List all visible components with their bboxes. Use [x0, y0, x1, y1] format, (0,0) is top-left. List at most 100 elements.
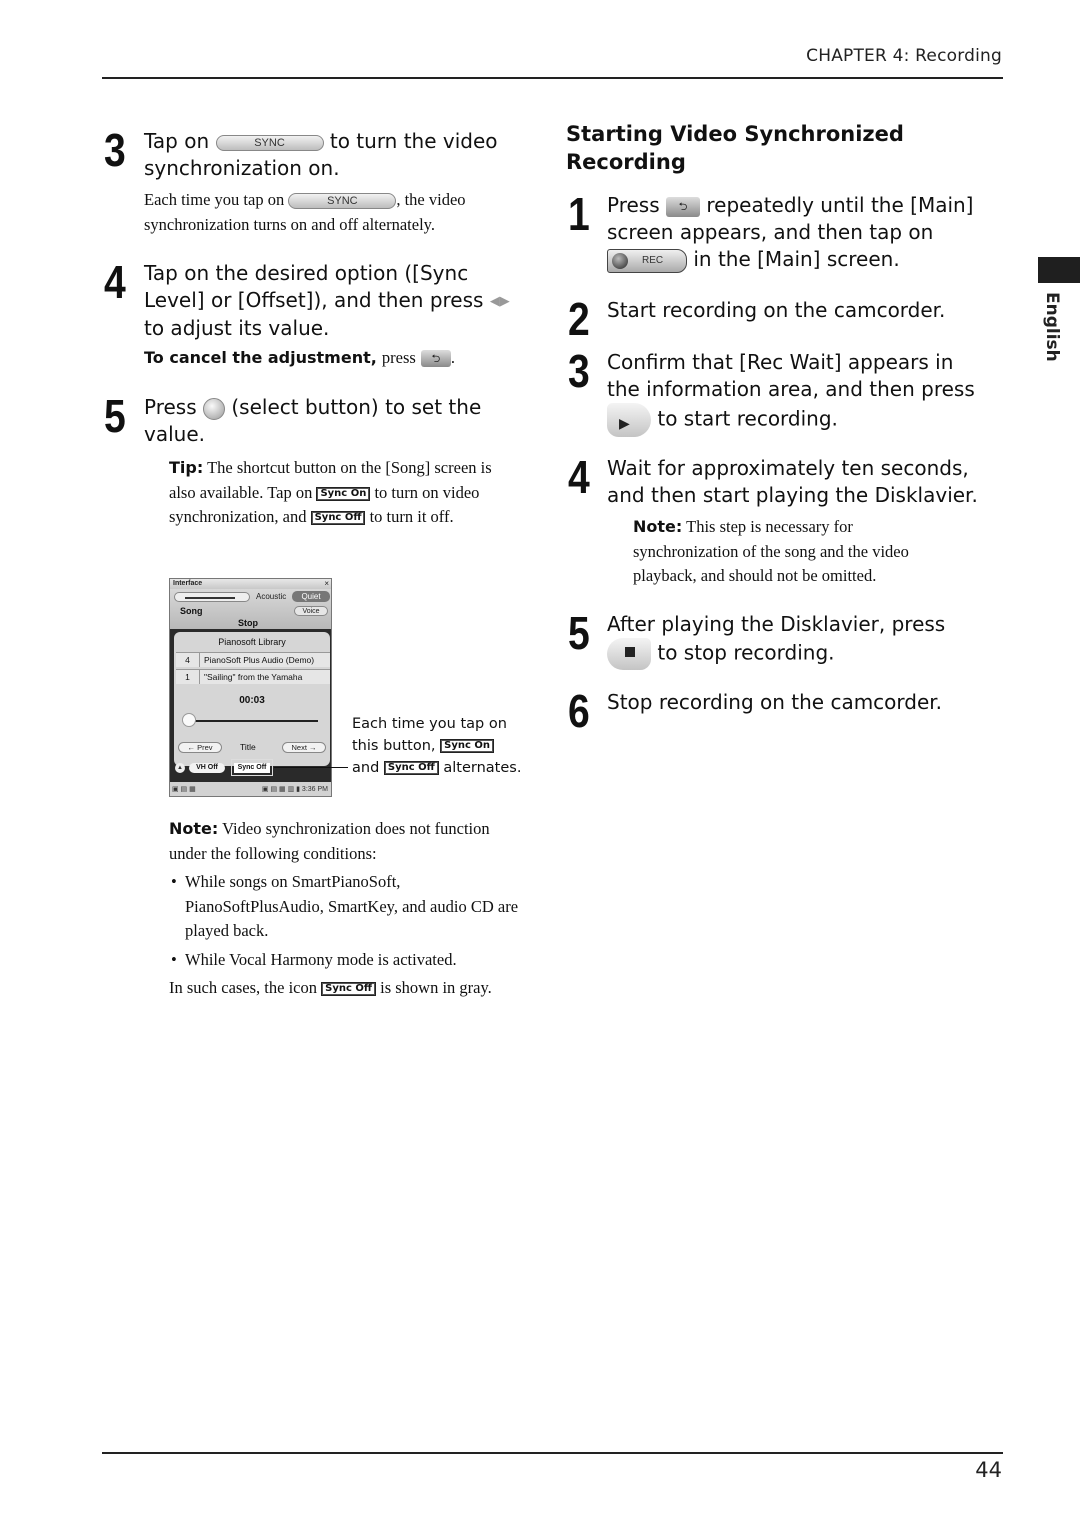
next-button: Next → — [282, 742, 326, 753]
callout-body: and — [352, 760, 380, 776]
rec-button-icon: REC — [607, 248, 687, 273]
step-text: Press — [144, 395, 197, 419]
step-number: 6 — [568, 685, 590, 737]
list-item: While songs on SmartPianoSoft, PianoSoft… — [169, 870, 519, 944]
step-text: Wait for approximately ten seconds, and … — [607, 456, 978, 507]
header-rule — [102, 77, 1003, 79]
volume-slider — [174, 592, 250, 602]
row-title: PianoSoft Plus Audio (Demo) — [204, 655, 315, 665]
acoustic-label: Acoustic — [256, 592, 287, 601]
left-step-3: 3 Tap on SYNC to turn the video synchron… — [104, 124, 524, 237]
sync-off-icon: Sync Off — [310, 511, 366, 526]
title-label: Title — [240, 742, 256, 752]
note-label: Note: — [633, 517, 683, 536]
step-text: to adjust its value. — [144, 316, 330, 340]
sync-button-icon: SYNC — [215, 134, 324, 151]
step-text: repeatedly until the [Main] screen appea… — [607, 193, 974, 244]
sync-on-icon: Sync On — [440, 739, 494, 753]
callout-text: Each time you tap on this button, Sync O… — [352, 713, 522, 779]
step-text: to stop recording. — [657, 640, 835, 665]
step-number: 5 — [104, 390, 126, 442]
body-text: Each time you tap on — [144, 190, 285, 209]
stop-button-icon — [607, 638, 651, 670]
callout-line — [274, 767, 348, 768]
play-button-icon: ▶ — [607, 403, 651, 437]
taskbar-icons-right: ▣ ▤ ▦ ▥ ▮ 3:36 PM — [261, 786, 328, 793]
step-text: Press — [607, 193, 660, 217]
tip-block: Tip: The shortcut button on the [Song] s… — [169, 456, 519, 530]
note-block: Note: Video synchronization does not fun… — [169, 817, 519, 1001]
step-number: 2 — [568, 293, 590, 345]
right-step-2: 2 Start recording on the camcorder. — [568, 296, 988, 342]
close-icon: × — [324, 579, 329, 588]
list-item: While Vocal Harmony mode is activated. — [169, 948, 519, 973]
quiet-button: Quiet — [292, 591, 330, 602]
left-step-4: 4 Tap on the desired option ([Sync Level… — [104, 256, 524, 371]
device-top-panel: Acoustic Quiet Song Voice Stop — [170, 589, 331, 629]
step-text: to start recording. — [657, 406, 838, 431]
taskbar-icons-left: ▣ ▤ ▦ — [172, 786, 196, 793]
step-number: 4 — [104, 256, 126, 308]
right-step-4: 4 Wait for approximately ten seconds, an… — [568, 451, 988, 589]
song-row: 1 "Sailing" from the Yamaha — [176, 669, 330, 684]
footer-rule — [102, 1452, 1003, 1454]
left-step-5: 5 Press (select button) to set the value… — [104, 390, 524, 530]
step-text: Tap on the desired option ([Sync Level] … — [144, 261, 484, 312]
step-heading: Tap on the desired option ([Sync Level] … — [144, 260, 524, 342]
progress-track — [190, 720, 318, 722]
step-text: Confirm that [Rec Wait] appears in the i… — [607, 350, 975, 401]
left-right-arrows-icon: ◀▶ — [489, 294, 510, 309]
page-number: 44 — [975, 1458, 1002, 1482]
sync-off-button: Sync Off — [234, 763, 270, 773]
prev-button: ← Prev — [178, 742, 222, 753]
step-number: 1 — [568, 188, 590, 240]
cancel-text: press — [381, 348, 416, 367]
back-button-icon: ⮌ — [420, 350, 451, 367]
language-tab-marker — [1038, 257, 1080, 283]
note-text: is shown in gray. — [380, 978, 492, 997]
playback-time: 00:03 — [239, 695, 265, 706]
step-text: Stop recording on the camcorder. — [607, 690, 943, 714]
play-icon: ▶ — [619, 416, 630, 432]
song-row: 4 PianoSoft Plus Audio (Demo) — [176, 652, 330, 667]
step-text: Start recording on the camcorder. — [607, 298, 946, 322]
row-number: 4 — [176, 653, 200, 667]
step-text: Tap on — [144, 129, 210, 153]
progress-knob — [182, 713, 196, 727]
step-number: 3 — [104, 124, 126, 176]
device-taskbar: ▣ ▤ ▦ ▣ ▤ ▦ ▥ ▮ 3:36 PM — [170, 782, 331, 796]
note-text: Video synchronization does not function … — [169, 819, 490, 863]
callout-body: alternates. — [443, 760, 522, 776]
chapter-header: CHAPTER 4: Recording — [806, 46, 1002, 66]
back-button-icon: ⮌ — [666, 196, 700, 217]
right-step-1: 1 Press ⮌ repeatedly until the [Main] sc… — [568, 188, 988, 273]
vh-off-button: VH Off — [189, 763, 225, 773]
device-screenshot: Interface × Acoustic Quiet Song Voice St… — [169, 578, 332, 797]
stop-status: Stop — [238, 618, 258, 628]
language-tab-label: English — [1042, 292, 1062, 362]
cancel-hint: To cancel the adjustment, press ⮌. — [144, 348, 456, 367]
step-body: Each time you tap on SYNC, the video syn… — [144, 188, 524, 237]
condition-list: While songs on SmartPianoSoft, PianoSoft… — [169, 870, 519, 972]
sync-on-icon: Sync On — [316, 486, 371, 501]
library-title: Pianosoft Library — [218, 637, 286, 647]
step-text: After playing the Disklavier, press — [607, 612, 946, 636]
step-number: 4 — [568, 451, 590, 503]
voice-button: Voice — [294, 606, 328, 616]
sync-button-icon: SYNC — [288, 193, 397, 210]
row-number: 1 — [176, 670, 200, 684]
tip-text: to turn it off. — [369, 507, 454, 526]
note-text: In such cases, the icon — [169, 978, 317, 997]
song-label: Song — [180, 606, 203, 616]
row-title: "Sailing" from the Yamaha — [204, 672, 303, 682]
select-button-icon — [203, 397, 225, 420]
sync-off-icon: Sync Off — [321, 982, 376, 997]
right-step-5: 5 After playing the Disklavier, press to… — [568, 610, 988, 670]
up-arrow-icon: ▲ — [175, 763, 185, 773]
note-block: Note: This step is necessary for synchro… — [633, 515, 953, 589]
step-heading: Press ⮌ repeatedly until the [Main] scre… — [607, 192, 988, 273]
step-heading: Press (select button) to set the value. — [144, 394, 524, 448]
song-panel: Pianosoft Library 4 PianoSoft Plus Audio … — [174, 632, 330, 766]
right-step-3: 3 Confirm that [Rec Wait] appears in the… — [568, 348, 988, 437]
device-title-bar: Interface — [170, 579, 331, 589]
